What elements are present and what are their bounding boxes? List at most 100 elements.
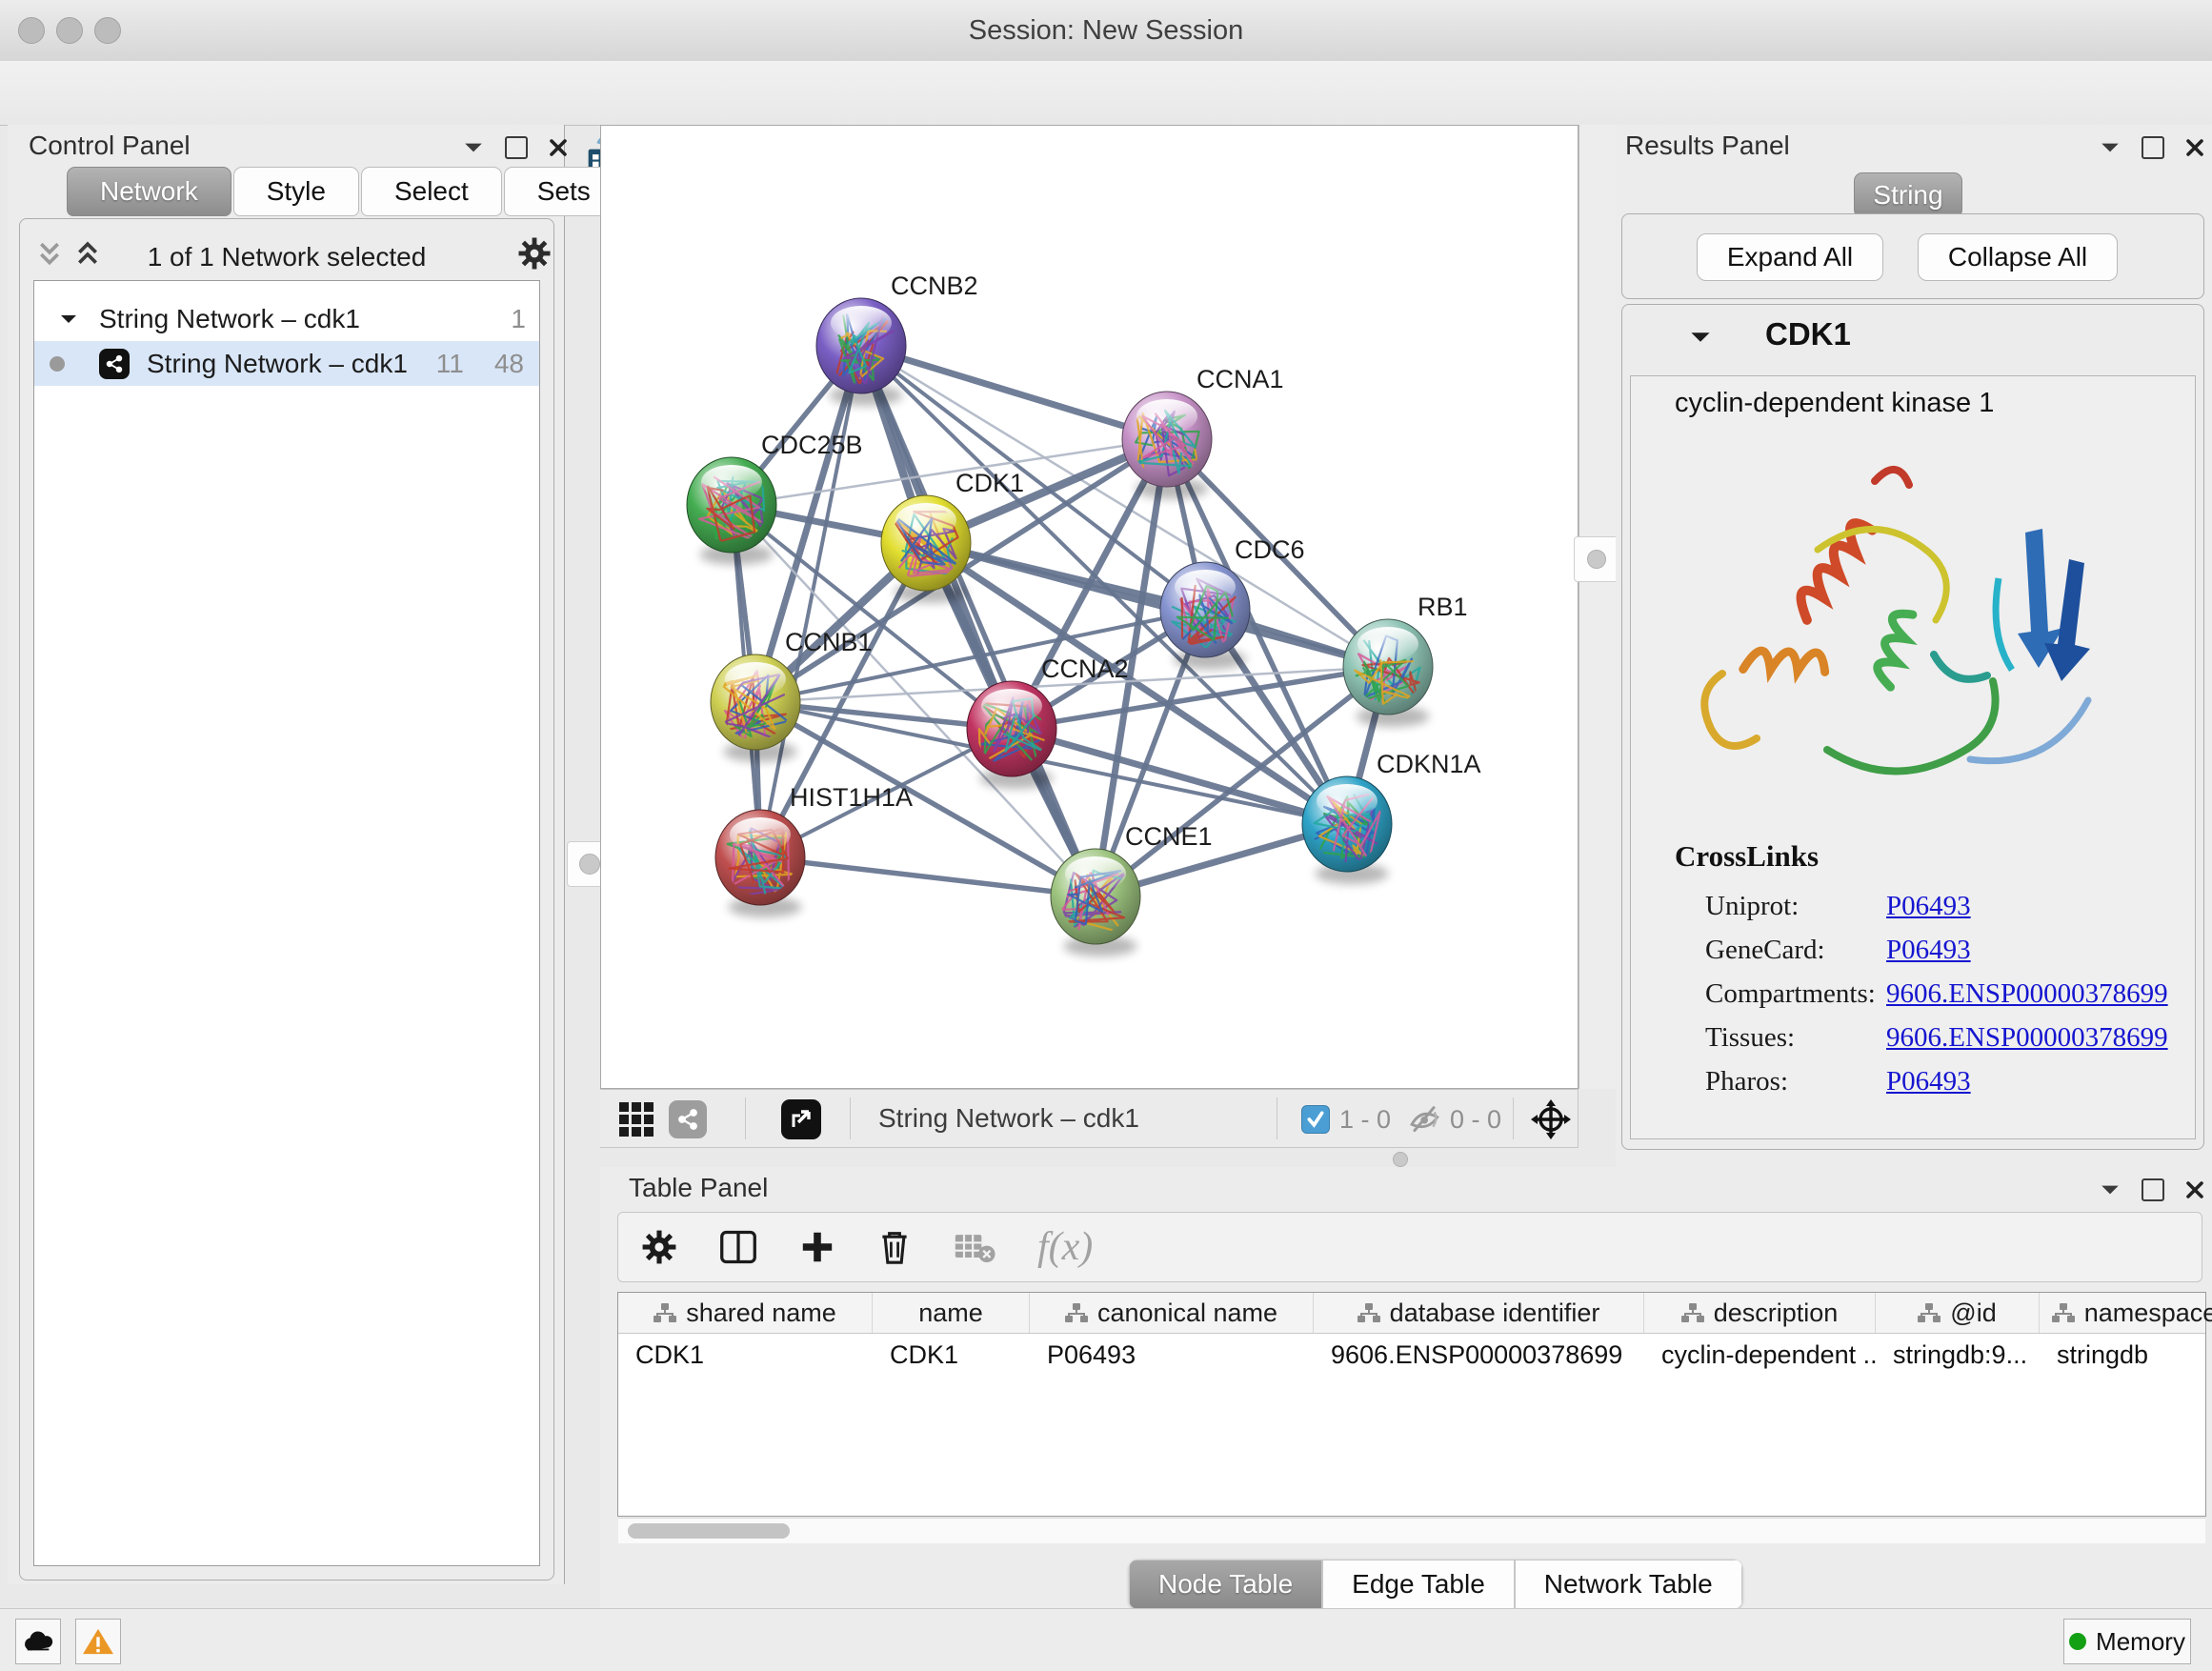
table-cell[interactable]: 9606.ENSP00000378699 — [1314, 1334, 1644, 1376]
tree-expand-icon[interactable] — [59, 312, 78, 326]
crosslink-link[interactable]: P06493 — [1886, 935, 1971, 966]
node-CDKN1A[interactable]: CDKN1A — [1302, 750, 1481, 872]
panel-collapse-icon[interactable] — [2100, 141, 2121, 154]
cloud-icon — [23, 1630, 53, 1653]
horizontal-splitter-handle[interactable] — [1393, 1152, 1408, 1167]
column-header-description[interactable]: description — [1644, 1293, 1876, 1333]
table-cell[interactable]: CDK1 — [618, 1334, 873, 1376]
panel-close-icon[interactable] — [549, 138, 568, 157]
network-status-dot — [50, 356, 65, 372]
hidden-eye-icon[interactable] — [1406, 1103, 1442, 1140]
node-HIST1H1A[interactable]: HIST1H1A — [715, 783, 913, 905]
add-column-icon[interactable] — [799, 1229, 835, 1265]
table-cell[interactable]: P06493 — [1030, 1334, 1314, 1376]
entry-collapse-icon[interactable] — [1689, 330, 1712, 345]
expand-all-button[interactable]: Expand All — [1697, 233, 1883, 281]
entry-details-box: cyclin-dependent kinase 1 Cro — [1630, 375, 2196, 1139]
tab-select[interactable]: Select — [361, 167, 502, 216]
control-panel-title: Control Panel — [29, 131, 191, 161]
crosslink-link[interactable]: 9606.ENSP00000378699 — [1886, 978, 2168, 1010]
node-CDC25B[interactable]: CDC25B — [687, 431, 863, 553]
node-label-CDK1: CDK1 — [955, 469, 1024, 497]
node-count: 11 — [436, 349, 464, 379]
column-header-name[interactable]: name — [873, 1293, 1030, 1333]
grid-view-icon[interactable] — [617, 1100, 655, 1143]
column-header-namespace[interactable]: namespace — [2040, 1293, 2212, 1333]
network-list: String Network – cdk1 1 String Network –… — [33, 280, 540, 1566]
tab-network-table[interactable]: Network Table — [1515, 1560, 1742, 1609]
node-table[interactable]: shared namenamecanonical namedatabase id… — [617, 1292, 2206, 1517]
window-title: Session: New Session — [0, 15, 2212, 47]
network-options-gear-icon[interactable] — [517, 236, 552, 271]
table-options-gear-icon[interactable] — [641, 1229, 677, 1265]
panel-float-icon[interactable] — [2142, 1178, 2164, 1201]
crosslink-link[interactable]: P06493 — [1886, 891, 1971, 922]
show-columns-icon[interactable] — [719, 1228, 757, 1266]
column-header-database-identifier[interactable]: database identifier — [1314, 1293, 1644, 1333]
crosslink-label: Compartments: — [1705, 978, 1876, 1010]
table-row[interactable]: CDK1CDK1P064939606.ENSP00000378699cyclin… — [618, 1334, 2205, 1376]
gene-description: cyclin-dependent kinase 1 — [1675, 388, 1994, 419]
tab-network[interactable]: Network — [67, 167, 231, 216]
warning-button[interactable] — [75, 1619, 121, 1664]
table-header-row: shared namenamecanonical namedatabase id… — [618, 1293, 2205, 1334]
panel-close-icon[interactable] — [2185, 1180, 2204, 1199]
title-bar: Session: New Session — [0, 0, 2212, 62]
network-row-selected[interactable]: String Network – cdk1 11 48 — [34, 341, 539, 386]
scrollbar-thumb[interactable] — [628, 1523, 790, 1539]
column-namespace-icon — [1681, 1302, 1704, 1323]
cloud-button[interactable] — [15, 1619, 61, 1664]
node-label-CDC25B: CDC25B — [761, 431, 863, 459]
table-cell[interactable]: cyclin-dependent ... — [1644, 1334, 1876, 1376]
edge-count: 48 — [494, 349, 524, 379]
table-cell[interactable]: CDK1 — [873, 1334, 1030, 1376]
network-share-icon[interactable] — [669, 1100, 707, 1138]
node-label-CCNA2: CCNA2 — [1041, 654, 1129, 683]
edge-CCNB2-HIST1H1A[interactable] — [760, 346, 861, 857]
tab-string[interactable]: String — [1854, 172, 1962, 218]
panel-float-icon[interactable] — [2142, 136, 2164, 159]
open-in-new-window-icon[interactable] — [781, 1099, 821, 1139]
column-header--id[interactable]: @id — [1876, 1293, 2040, 1333]
column-namespace-icon — [1357, 1302, 1380, 1323]
node-CCNA1[interactable]: CCNA1 — [1122, 365, 1284, 487]
crosslink-link[interactable]: 9606.ENSP00000378699 — [1886, 1022, 2168, 1054]
memory-button[interactable]: Memory — [2063, 1619, 2191, 1664]
tab-node-table[interactable]: Node Table — [1129, 1560, 1322, 1609]
edge-HIST1H1A-CCNE1[interactable] — [760, 857, 1096, 896]
panel-close-icon[interactable] — [2185, 138, 2204, 157]
table-cell[interactable]: stringdb — [2040, 1334, 2212, 1376]
string-network-icon — [99, 349, 130, 379]
table-cell[interactable]: stringdb:9... — [1876, 1334, 2040, 1376]
column-header-canonical-name[interactable]: canonical name — [1030, 1293, 1314, 1333]
control-panel: Control Panel NetworkStyleSelectSets 1 o… — [8, 125, 565, 1584]
node-RB1[interactable]: RB1 — [1343, 593, 1468, 715]
column-namespace-icon — [1918, 1302, 1941, 1323]
panel-float-icon[interactable] — [505, 136, 528, 159]
crosslink-link[interactable]: P06493 — [1886, 1066, 1971, 1097]
column-header-shared-name[interactable]: shared name — [618, 1293, 873, 1333]
right-splitter-handle[interactable] — [1574, 536, 1619, 582]
crosslink-label: GeneCard: — [1705, 935, 1825, 966]
node-label-CCNE1: CCNE1 — [1125, 822, 1213, 851]
network-collection-row[interactable]: String Network – cdk1 1 — [34, 296, 539, 341]
tab-edge-table[interactable]: Edge Table — [1322, 1560, 1515, 1609]
edge-CDK1-RB1[interactable] — [926, 543, 1388, 667]
node-label-CDKN1A: CDKN1A — [1377, 750, 1481, 778]
panel-collapse-icon[interactable] — [2100, 1183, 2121, 1197]
fit-content-crosshair-icon[interactable] — [1530, 1098, 1572, 1145]
memory-status-icon — [2069, 1633, 2086, 1650]
string-network-graph[interactable]: CCNB2CCNA1CDC25BCDK1CDC6RB1CCNB1CCNA2CDK… — [601, 126, 1578, 1088]
network-row-label: String Network – cdk1 — [147, 349, 408, 379]
panel-collapse-icon[interactable] — [463, 141, 484, 154]
node-CDK1[interactable]: CDK1 — [881, 469, 1024, 591]
selected-nodes-checkbox[interactable] — [1301, 1105, 1330, 1134]
node-CCNE1[interactable]: CCNE1 — [1051, 822, 1213, 944]
selected-count-label: 1 - 0 — [1339, 1105, 1391, 1135]
collapse-all-button[interactable]: Collapse All — [1918, 233, 2118, 281]
network-canvas[interactable]: CCNB2CCNA1CDC25BCDK1CDC6RB1CCNB1CCNA2CDK… — [600, 125, 1579, 1089]
delete-column-trash-icon[interactable] — [877, 1228, 912, 1266]
tab-style[interactable]: Style — [233, 167, 359, 216]
table-horizontal-scrollbar[interactable] — [618, 1518, 2205, 1543]
status-bar: Memory — [0, 1608, 2212, 1671]
